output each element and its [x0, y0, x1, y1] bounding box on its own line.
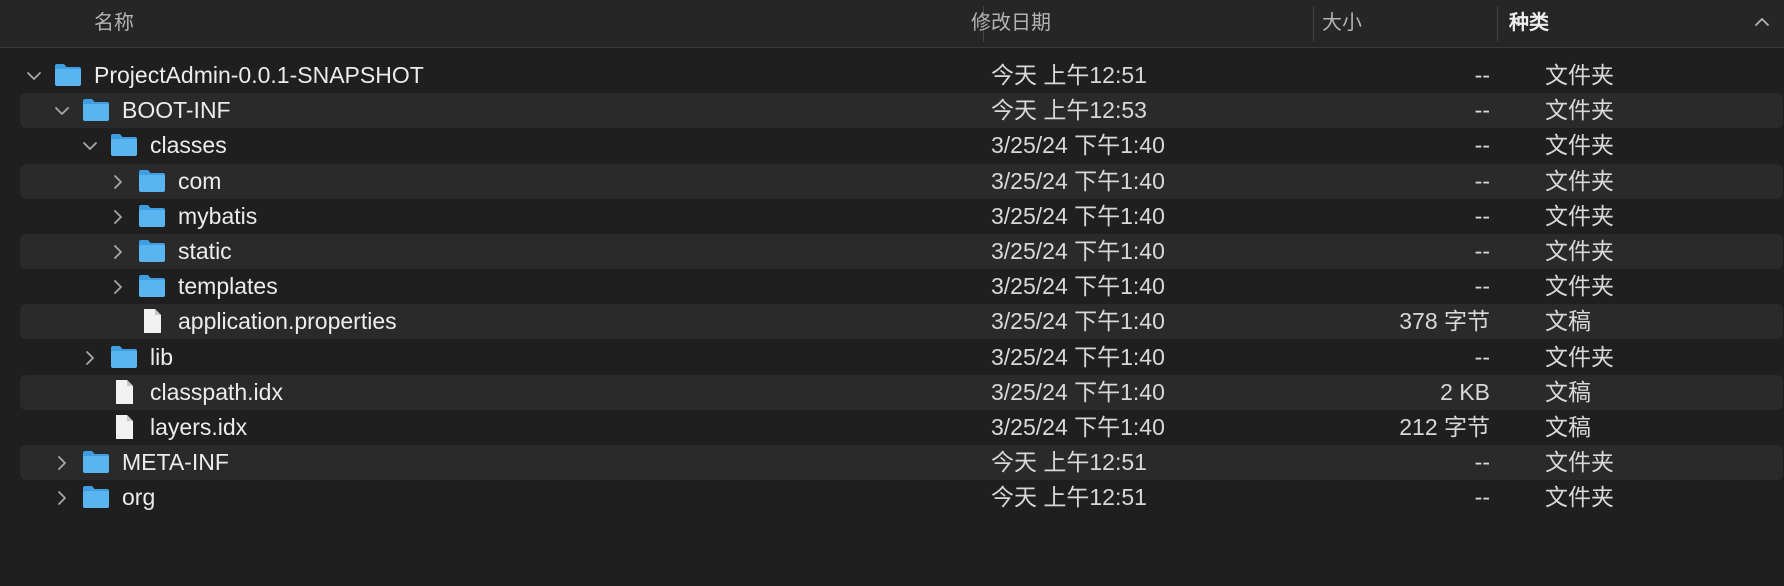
- row-name: META-INF: [122, 449, 229, 476]
- table-row[interactable]: layers.idx 3/25/24 下午1:40 212 字节 文稿: [20, 410, 1783, 445]
- folder-icon: [83, 486, 109, 509]
- row-name: templates: [178, 273, 278, 300]
- row-size: --: [1474, 132, 1490, 159]
- column-name[interactable]: 名称: [94, 0, 134, 47]
- chevron-down-icon[interactable]: [54, 103, 70, 119]
- row-date-modified: 3/25/24 下午1:40: [991, 273, 1165, 300]
- row-name: BOOT-INF: [122, 97, 231, 124]
- table-row[interactable]: static 3/25/24 下午1:40 -- 文件夹: [20, 234, 1783, 269]
- row-kind: 文件夹: [1545, 273, 1614, 300]
- folder-icon: [55, 64, 81, 86]
- row-date-modified: 3/25/24 下午1:40: [991, 238, 1165, 264]
- column-date-modified[interactable]: 修改日期: [971, 0, 1051, 47]
- table-row[interactable]: org 今天 上午12:51 -- 文件夹: [20, 480, 1783, 515]
- row-kind: 文件夹: [1545, 343, 1614, 370]
- row-name: classpath.idx: [150, 378, 283, 405]
- row-date-modified: 今天 上午12:53: [991, 97, 1147, 124]
- row-date-modified: 3/25/24 下午1:40: [991, 378, 1165, 405]
- row-date-modified: 3/25/24 下午1:40: [991, 167, 1165, 194]
- row-name: com: [178, 167, 222, 194]
- row-name: application.properties: [178, 308, 397, 335]
- row-kind: 文件夹: [1545, 97, 1614, 124]
- chevron-right-icon[interactable]: [82, 350, 98, 366]
- row-kind: 文件夹: [1545, 202, 1614, 229]
- row-name: classes: [150, 132, 227, 159]
- row-size: 212 字节: [1399, 414, 1490, 440]
- column-header: 名称 修改日期 大小 种类: [0, 0, 1784, 48]
- column-size[interactable]: 大小: [1322, 0, 1362, 47]
- row-kind: 文件夹: [1545, 449, 1614, 476]
- folder-icon: [139, 169, 165, 192]
- row-size: --: [1474, 343, 1490, 370]
- document-icon: [116, 379, 133, 404]
- folder-icon: [139, 204, 165, 227]
- chevron-right-icon[interactable]: [110, 209, 126, 225]
- table-row[interactable]: BOOT-INF 今天 上午12:53 -- 文件夹: [20, 93, 1783, 129]
- row-date-modified: 3/25/24 下午1:40: [991, 414, 1165, 440]
- table-row[interactable]: classpath.idx 3/25/24 下午1:40 2 KB 文稿: [20, 374, 1783, 410]
- row-kind: 文件夹: [1545, 167, 1614, 194]
- column-divider[interactable]: [1313, 6, 1314, 42]
- row-size: --: [1474, 62, 1490, 88]
- row-kind: 文件夹: [1545, 132, 1614, 159]
- chevron-right-icon[interactable]: [54, 490, 70, 506]
- folder-icon: [139, 275, 165, 298]
- row-size: --: [1474, 238, 1490, 264]
- chevron-right-icon[interactable]: [54, 455, 70, 471]
- chevron-down-icon[interactable]: [26, 68, 42, 84]
- row-kind: 文件夹: [1545, 484, 1614, 511]
- table-row[interactable]: ProjectAdmin-0.0.1-SNAPSHOT 今天 上午12:51 -- 文…: [20, 58, 1783, 93]
- folder-icon: [111, 345, 137, 368]
- folder-icon: [83, 451, 109, 474]
- row-kind: 文件夹: [1545, 62, 1614, 88]
- row-size: 2 KB: [1440, 378, 1490, 405]
- row-date-modified: 3/25/24 下午1:40: [991, 132, 1165, 159]
- table-row[interactable]: mybatis 3/25/24 下午1:40 -- 文件夹: [20, 199, 1783, 234]
- table-row[interactable]: lib 3/25/24 下午1:40 -- 文件夹: [20, 340, 1783, 375]
- row-name: mybatis: [178, 202, 258, 229]
- chevron-up-icon[interactable]: [1755, 17, 1769, 27]
- row-date-modified: 今天 上午12:51: [991, 449, 1147, 476]
- folder-icon: [83, 99, 109, 122]
- table-row[interactable]: classes 3/25/24 下午1:40 -- 文件夹: [20, 128, 1783, 163]
- row-name: lib: [150, 343, 174, 370]
- row-size: --: [1474, 449, 1490, 476]
- chevron-down-icon[interactable]: [82, 138, 98, 154]
- document-icon: [144, 309, 161, 334]
- row-size: --: [1474, 167, 1490, 194]
- row-size: --: [1474, 202, 1490, 229]
- chevron-right-icon[interactable]: [110, 244, 126, 260]
- row-name: org: [122, 484, 156, 511]
- row-date-modified: 3/25/24 下午1:40: [991, 343, 1165, 370]
- row-kind: 文稿: [1545, 308, 1591, 335]
- column-divider[interactable]: [1497, 6, 1498, 42]
- table-row[interactable]: application.properties 3/25/24 下午1:40 378 …: [20, 304, 1783, 340]
- row-size: --: [1474, 484, 1490, 511]
- document-icon: [116, 415, 133, 439]
- chevron-right-icon[interactable]: [110, 279, 126, 295]
- row-date-modified: 3/25/24 下午1:40: [991, 308, 1165, 335]
- folder-icon: [111, 134, 137, 157]
- row-size: 378 字节: [1399, 308, 1490, 335]
- row-size: --: [1474, 273, 1490, 300]
- row-name: static: [178, 238, 232, 264]
- row-size: --: [1474, 97, 1490, 124]
- row-kind: 文件夹: [1545, 238, 1614, 264]
- table-row[interactable]: META-INF 今天 上午12:51 -- 文件夹: [20, 445, 1783, 481]
- row-date-modified: 今天 上午12:51: [991, 62, 1147, 88]
- row-kind: 文稿: [1545, 414, 1591, 440]
- row-name: layers.idx: [150, 414, 248, 440]
- table-row[interactable]: com 3/25/24 下午1:40 -- 文件夹: [20, 163, 1783, 199]
- table-row[interactable]: templates 3/25/24 下午1:40 -- 文件夹: [20, 269, 1783, 304]
- chevron-right-icon[interactable]: [110, 174, 126, 190]
- row-name: ProjectAdmin-0.0.1-SNAPSHOT: [94, 62, 424, 88]
- column-kind[interactable]: 种类: [1509, 0, 1549, 47]
- row-date-modified: 今天 上午12:51: [991, 484, 1147, 511]
- folder-icon: [139, 240, 165, 262]
- row-date-modified: 3/25/24 下午1:40: [991, 202, 1165, 229]
- row-kind: 文稿: [1545, 378, 1591, 405]
